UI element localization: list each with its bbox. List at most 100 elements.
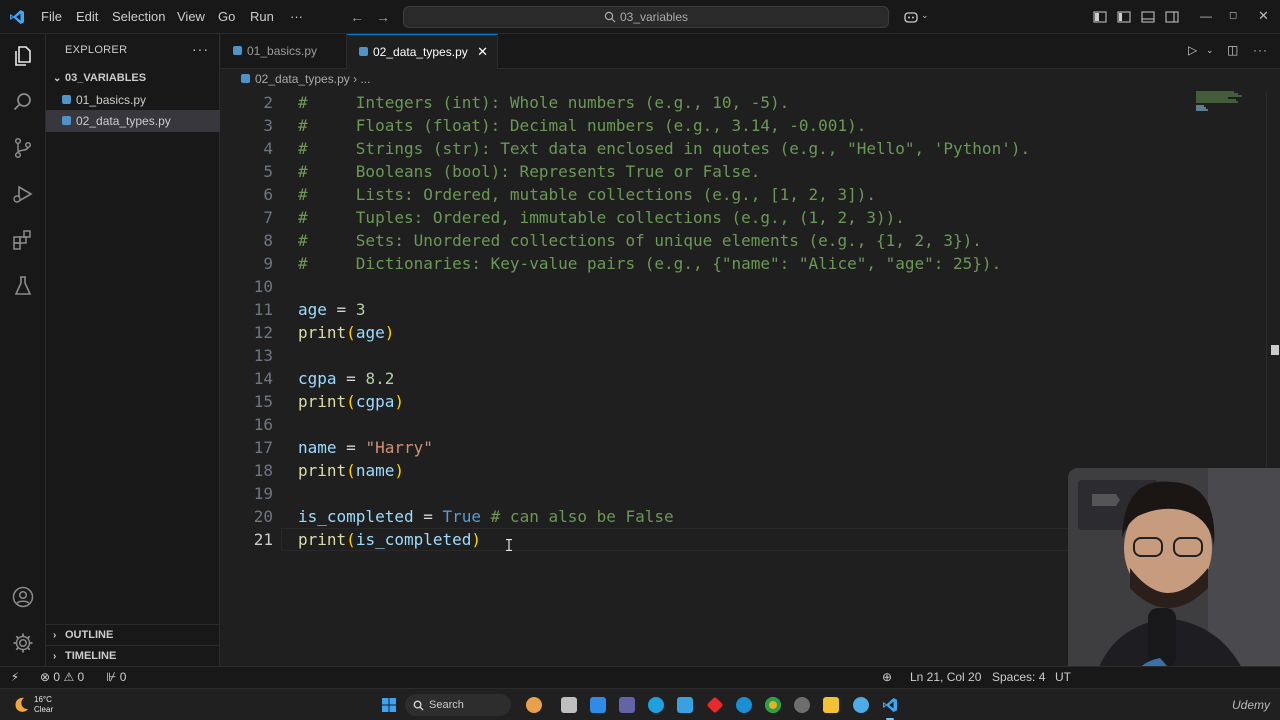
line-number[interactable]: 12 [221, 321, 273, 344]
menu-selection[interactable]: Selection [112, 0, 165, 34]
menu-file[interactable]: File [41, 0, 62, 34]
copilot-icon[interactable] [903, 9, 919, 25]
accounts-icon[interactable] [11, 585, 35, 609]
code-line[interactable]: print(cgpa) [298, 390, 404, 413]
encoding[interactable]: UT [1055, 667, 1071, 688]
indentation[interactable]: Spaces: 4 [992, 667, 1045, 688]
back-arrow-icon[interactable]: ← [350, 9, 364, 25]
line-number[interactable]: 17 [221, 436, 273, 459]
ports-indicator[interactable]: ⊮ 0 [106, 667, 126, 688]
code-line[interactable]: # Floats (float): Decimal numbers (e.g.,… [298, 114, 866, 137]
copilot-app-icon[interactable] [590, 697, 606, 713]
code-line[interactable]: print(name) [298, 459, 404, 482]
vscode-logo-icon[interactable] [9, 9, 25, 25]
line-number[interactable]: 15 [221, 390, 273, 413]
line-number[interactable]: 4 [221, 137, 273, 160]
code-line[interactable]: # Sets: Unordered collections of unique … [298, 229, 982, 252]
menu-edit[interactable]: Edit [76, 0, 98, 34]
code-line[interactable]: # Booleans (bool): Represents True or Fa… [298, 160, 760, 183]
code-line[interactable]: cgpa = 8.2 [298, 367, 394, 390]
menu-more[interactable]: ··· [290, 0, 303, 34]
code-line[interactable]: # Tuples: Ordered, immutable collections… [298, 206, 905, 229]
timeline-section[interactable]: › TIMELINE [46, 645, 220, 667]
zoom-icon[interactable]: ⊕ [880, 667, 894, 688]
task-view-icon[interactable] [561, 697, 577, 713]
problems-indicator[interactable]: ⊗ 0 ⚠ 0 [40, 667, 84, 688]
line-number[interactable]: 9 [221, 252, 273, 275]
source-control-icon[interactable] [11, 136, 35, 160]
settings-app-icon[interactable] [794, 697, 810, 713]
run-debug-icon[interactable] [11, 182, 35, 206]
minimize-icon[interactable]: — [1200, 9, 1212, 23]
maximize-icon[interactable]: ◻ [1229, 10, 1237, 21]
editor-more-actions-icon[interactable]: ··· [1253, 43, 1268, 57]
code-line[interactable]: print(age) [298, 321, 394, 344]
remote-indicator-icon[interactable]: ⚡︎ [0, 667, 30, 688]
app-red-icon[interactable] [706, 696, 724, 714]
line-number[interactable]: 11 [221, 298, 273, 321]
testing-icon[interactable] [11, 274, 35, 298]
teams-icon[interactable] [619, 697, 635, 713]
vscode-taskbar-icon[interactable] [882, 697, 898, 713]
split-editor-icon[interactable]: ◫ [1227, 43, 1238, 57]
code-line[interactable]: # Dictionaries: Key-value pairs (e.g., {… [298, 252, 1001, 275]
menu-go[interactable]: Go [218, 0, 235, 34]
tab-01-basics[interactable]: 01_basics.py [221, 34, 347, 69]
line-number[interactable]: 10 [221, 275, 273, 298]
forward-arrow-icon[interactable]: → [376, 9, 390, 25]
line-number[interactable]: 21 [221, 528, 273, 551]
code-line[interactable]: print(is_completed) [298, 528, 481, 551]
breadcrumb-file[interactable]: 02_data_types.py [255, 72, 350, 86]
close-window-icon[interactable]: ✕ [1258, 8, 1269, 24]
toggle-secondary-sidebar-icon[interactable] [1164, 9, 1180, 25]
menu-view[interactable]: View [177, 0, 205, 34]
weather-widget[interactable]: 16°C Clear [10, 694, 70, 716]
explorer-icon[interactable] [11, 44, 35, 68]
code-line[interactable]: # Lists: Ordered, mutable collections (e… [298, 183, 876, 206]
run-python-file-icon[interactable]: ▷ [1188, 43, 1197, 57]
layout-customize-icon[interactable] [1092, 9, 1108, 25]
line-number[interactable]: 20 [221, 505, 273, 528]
code-line[interactable]: # Integers (int): Whole numbers (e.g., 1… [298, 91, 789, 114]
menu-run[interactable]: Run [250, 0, 274, 34]
line-number[interactable]: 5 [221, 160, 273, 183]
breadcrumb-symbols[interactable]: ... [360, 72, 370, 86]
minimap[interactable] [1194, 91, 1242, 111]
code-line[interactable]: is_completed = True # can also be False [298, 505, 674, 528]
file-01-basics[interactable]: 01_basics.py [46, 89, 220, 111]
line-number[interactable]: 13 [221, 344, 273, 367]
toggle-sidebar-icon[interactable] [1116, 9, 1132, 25]
line-number[interactable]: 3 [221, 114, 273, 137]
command-center[interactable]: 03_variables [403, 6, 889, 28]
code-line[interactable]: # Strings (str): Text data enclosed in q… [298, 137, 1030, 160]
chrome-icon[interactable] [765, 697, 781, 713]
extensions-icon[interactable] [11, 228, 35, 252]
folder-03-variables[interactable]: ⌄ 03_VARIABLES [46, 67, 220, 89]
code-line[interactable]: name = "Harry" [298, 436, 433, 459]
line-number[interactable]: 6 [221, 183, 273, 206]
code-line[interactable]: age = 3 [298, 298, 365, 321]
settings-gear-icon[interactable] [11, 631, 35, 655]
copilot-dropdown-icon[interactable]: ⌄ [921, 10, 929, 21]
cursor-position[interactable]: Ln 21, Col 20 [910, 667, 981, 688]
outline-section[interactable]: › OUTLINE [46, 624, 220, 646]
line-number[interactable]: 16 [221, 413, 273, 436]
store-icon[interactable] [677, 697, 693, 713]
line-number[interactable]: 8 [221, 229, 273, 252]
tab-02-data-types[interactable]: 02_data_types.py ✕ [347, 34, 498, 69]
line-number[interactable]: 18 [221, 459, 273, 482]
file-explorer-icon[interactable] [823, 697, 839, 713]
browser-app-icon[interactable] [853, 697, 869, 713]
widgets-icon[interactable] [526, 697, 542, 713]
search-icon[interactable] [11, 90, 35, 114]
line-number[interactable]: 19 [221, 482, 273, 505]
close-tab-icon[interactable]: ✕ [477, 35, 488, 69]
taskbar-search[interactable]: Search [405, 694, 511, 716]
line-number[interactable]: 2 [221, 91, 273, 114]
edge-browser-icon[interactable] [648, 697, 664, 713]
windows-start-icon[interactable] [381, 697, 397, 713]
line-number[interactable]: 14 [221, 367, 273, 390]
explorer-more-actions-icon[interactable]: ··· [192, 41, 209, 57]
app-blue-icon[interactable] [736, 697, 752, 713]
toggle-panel-icon[interactable] [1140, 9, 1156, 25]
